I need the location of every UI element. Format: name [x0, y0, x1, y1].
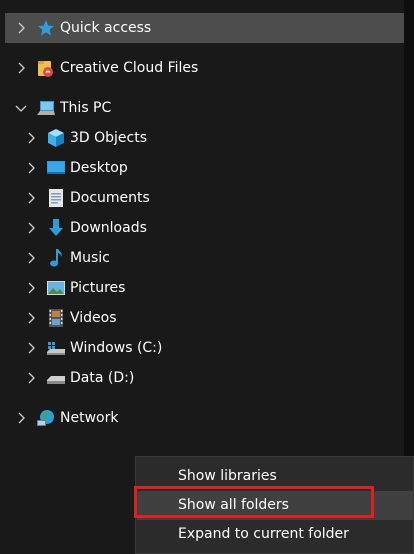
system-drive-icon	[46, 338, 66, 358]
nav-label: Documents	[70, 190, 150, 206]
nav-label: Creative Cloud Files	[60, 60, 199, 76]
nav-label: Music	[70, 250, 110, 266]
nav-item-documents[interactable]: Documents	[5, 183, 404, 213]
film-icon	[46, 308, 66, 328]
network-globe-icon	[36, 408, 56, 428]
nav-item-data-d[interactable]: Data (D:)	[5, 363, 404, 393]
chevron-right-icon[interactable]	[11, 58, 31, 78]
nav-label: Videos	[70, 310, 117, 326]
desktop-icon	[46, 158, 66, 178]
cube-icon	[46, 128, 66, 148]
creative-cloud-folder-icon	[36, 58, 56, 78]
nav-label: Pictures	[70, 280, 126, 296]
nav-item-network[interactable]: Network	[5, 403, 404, 433]
nav-item-creative-cloud-files[interactable]: Creative Cloud Files	[5, 53, 404, 83]
nav-item-quick-access[interactable]: Quick access	[5, 13, 404, 43]
pictures-icon	[46, 278, 66, 298]
nav-label: Data (D:)	[70, 370, 135, 386]
nav-label: Downloads	[70, 220, 147, 236]
nav-label: This PC	[60, 100, 112, 116]
nav-label: Desktop	[70, 160, 128, 176]
nav-item-videos[interactable]: Videos	[5, 303, 404, 333]
chevron-right-icon[interactable]	[21, 128, 41, 148]
nav-label: Network	[60, 410, 119, 426]
chevron-right-icon[interactable]	[21, 218, 41, 238]
chevron-right-icon[interactable]	[21, 338, 41, 358]
chevron-right-icon[interactable]	[11, 408, 31, 428]
highlight-box	[134, 486, 374, 518]
star-icon	[36, 18, 56, 38]
nav-label: Windows (C:)	[70, 340, 163, 356]
nav-item-desktop[interactable]: Desktop	[5, 153, 404, 183]
nav-item-3d-objects[interactable]: 3D Objects	[5, 123, 404, 153]
menu-item-expand-to-current-folder[interactable]: Expand to current folder	[137, 520, 413, 549]
documents-icon	[46, 188, 66, 208]
download-arrow-icon	[46, 218, 66, 238]
nav-item-windows-c[interactable]: Windows (C:)	[5, 333, 404, 363]
chevron-right-icon[interactable]	[21, 278, 41, 298]
nav-label: Quick access	[60, 20, 152, 36]
chevron-right-icon[interactable]	[21, 248, 41, 268]
music-note-icon	[46, 248, 66, 268]
nav-item-this-pc[interactable]: This PC	[5, 93, 404, 123]
chevron-down-icon[interactable]	[11, 98, 31, 118]
nav-item-pictures[interactable]: Pictures	[5, 273, 404, 303]
chevron-right-icon[interactable]	[11, 18, 31, 38]
chevron-right-icon[interactable]	[21, 158, 41, 178]
nav-label: 3D Objects	[70, 130, 148, 146]
chevron-right-icon[interactable]	[21, 308, 41, 328]
chevron-right-icon[interactable]	[21, 188, 41, 208]
drive-icon	[46, 368, 66, 388]
chevron-right-icon[interactable]	[21, 368, 41, 388]
nav-item-music[interactable]: Music	[5, 243, 404, 273]
nav-item-downloads[interactable]: Downloads	[5, 213, 404, 243]
computer-icon	[36, 98, 56, 118]
